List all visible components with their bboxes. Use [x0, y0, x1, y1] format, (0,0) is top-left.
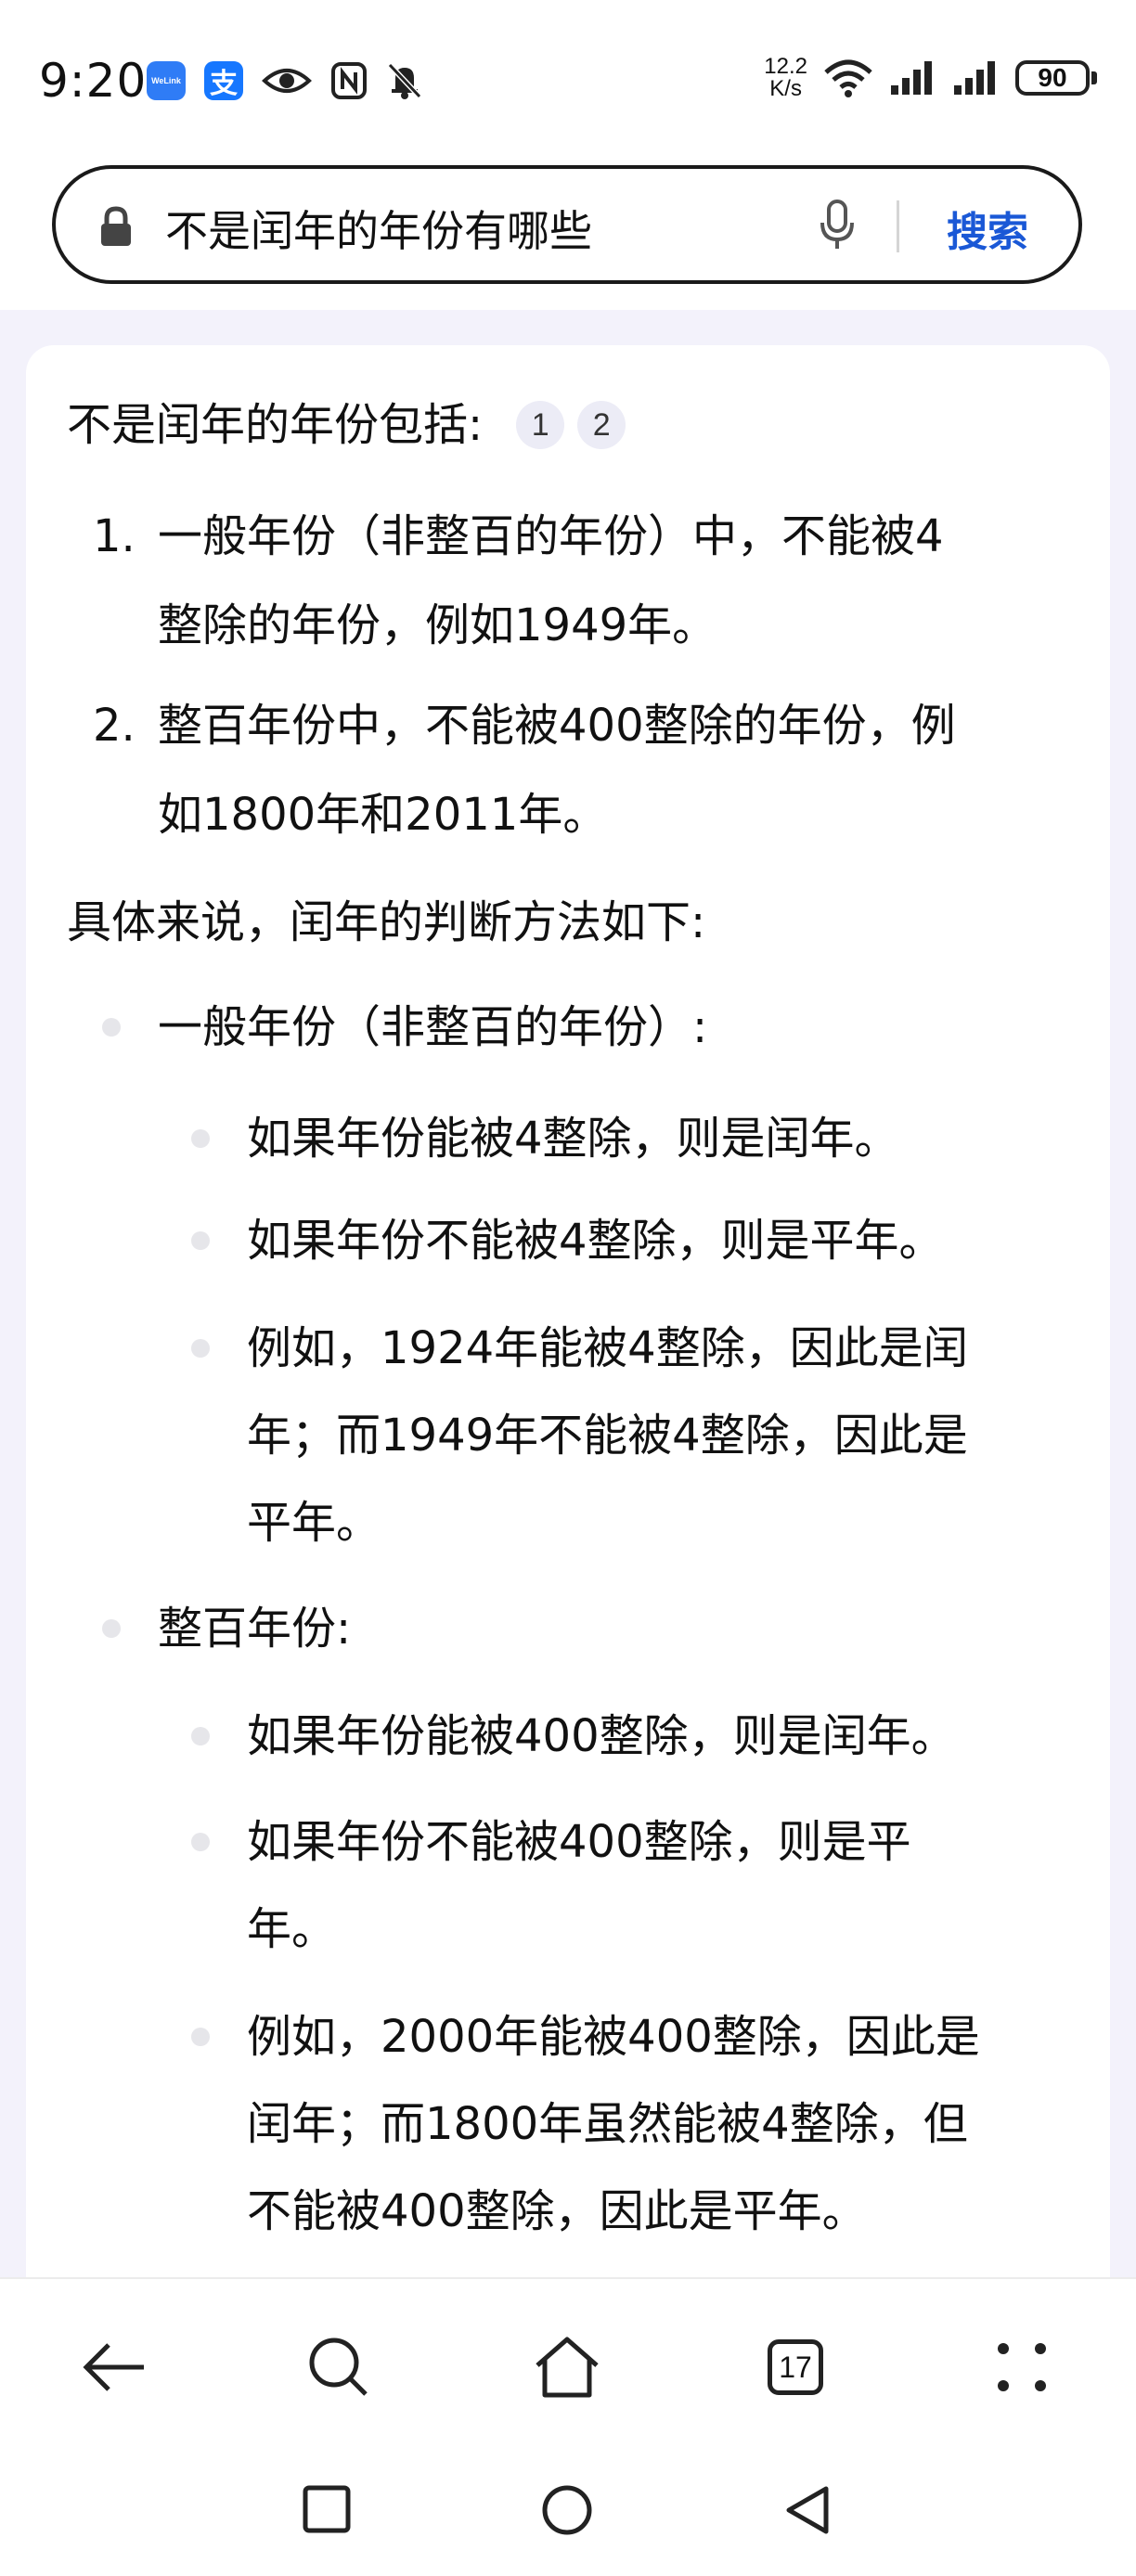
bullet-dot — [191, 1727, 210, 1745]
bullet-line: 例如，2000年能被400整除，因此是 — [247, 2011, 980, 2063]
bullet-line: 不能被400整除，因此是平年。 — [247, 2185, 867, 2237]
status-right-icons: 12.2 K/s 90 — [764, 56, 1097, 100]
bullet-line: 例如，1924年能被4整除，因此是闰 — [247, 1322, 968, 1374]
search-nav-button[interactable] — [297, 2325, 381, 2409]
mic-icon[interactable] — [819, 199, 856, 252]
back-arrow-icon — [83, 2343, 144, 2391]
search-divider — [897, 200, 899, 252]
bullet-line: 如果年份能被4整除，则是闰年。 — [247, 1113, 899, 1165]
bullet-line: 年。 — [247, 1903, 337, 1955]
home-circle-icon[interactable] — [540, 2483, 594, 2537]
wifi-icon — [824, 59, 872, 97]
bullet-line: 闰年；而1800年虽然能被4整除，但 — [247, 2098, 968, 2150]
status-bar: 9:20 WeLink 支 12.2 K/s 90 — [0, 0, 1136, 158]
status-left-icons: WeLink 支 — [147, 61, 423, 100]
group-title: 整百年份: — [158, 1603, 352, 1655]
system-navigation-bar — [0, 2450, 1136, 2576]
bullet-dot — [191, 1231, 210, 1250]
nfc-icon — [331, 62, 367, 99]
list-item-line: 整百年份中，不能被400整除的年份，例 — [158, 700, 956, 752]
bullet-line: 如果年份不能被400整除，则是平 — [247, 1816, 911, 1868]
citation-group: 1 2 — [503, 401, 626, 449]
network-speed: 12.2 K/s — [764, 56, 807, 100]
back-triangle-icon[interactable] — [781, 2483, 833, 2537]
list-number: 1. — [93, 510, 136, 562]
bullet-dot — [191, 1129, 210, 1148]
group-title: 一般年份（非整百的年份）: — [158, 1001, 708, 1053]
bullet-dot — [102, 1018, 121, 1037]
eye-icon — [262, 69, 312, 93]
method-intro: 具体来说，闰年的判断方法如下: — [67, 896, 706, 948]
battery-icon: 90 — [1015, 60, 1097, 96]
search-button[interactable]: 搜索 — [947, 199, 1028, 258]
answer-intro-text: 不是闰年的年份包括: — [67, 399, 484, 451]
bullet-dot — [191, 2028, 210, 2046]
bullet-dot — [191, 1339, 210, 1358]
bullet-line: 年；而1949年不能被4整除，因此是 — [247, 1410, 968, 1462]
home-nav-button[interactable] — [525, 2325, 609, 2409]
search-icon — [309, 2338, 368, 2396]
signal-icon — [891, 61, 932, 95]
recents-square-icon[interactable] — [301, 2483, 353, 2535]
bullet-dot — [191, 1833, 210, 1851]
network-speed-value: 12.2 — [764, 54, 807, 79]
status-time: 9:20 — [39, 54, 148, 108]
bullet-line: 如果年份不能被4整除，则是平年。 — [247, 1215, 944, 1267]
more-menu-button[interactable] — [980, 2325, 1064, 2409]
bullet-line: 平年。 — [247, 1497, 381, 1549]
alipay-app-icon: 支 — [204, 61, 243, 100]
citation-badge[interactable]: 1 — [516, 401, 565, 449]
search-bar[interactable]: 不是闰年的年份有哪些 搜索 — [52, 165, 1082, 284]
list-number: 2. — [93, 700, 136, 752]
more-icon — [998, 2343, 1046, 2391]
search-input[interactable]: 不是闰年的年份有哪些 — [165, 198, 592, 259]
browser-bottom-nav: 17 — [0, 2277, 1136, 2450]
back-button[interactable] — [72, 2325, 156, 2409]
network-speed-unit: K/s — [769, 76, 802, 101]
citation-badge[interactable]: 2 — [577, 401, 626, 449]
list-item-line: 如1800年和2011年。 — [158, 789, 608, 841]
home-icon — [536, 2337, 599, 2398]
signal-icon — [954, 61, 995, 95]
bullet-dot — [102, 1619, 121, 1638]
lock-icon — [101, 206, 131, 246]
welink-app-icon: WeLink — [147, 61, 186, 100]
bullet-line: 如果年份能被400整除，则是闰年。 — [247, 1710, 956, 1762]
answer-intro: 不是闰年的年份包括: 1 2 — [67, 397, 626, 453]
bell-off-icon — [387, 62, 422, 99]
tabs-button[interactable]: 17 — [754, 2325, 837, 2409]
list-item-line: 一般年份（非整百的年份）中，不能被4 — [158, 510, 944, 562]
tabs-icon: 17 — [768, 2339, 823, 2395]
list-item-line: 整除的年份，例如1949年。 — [158, 599, 717, 651]
